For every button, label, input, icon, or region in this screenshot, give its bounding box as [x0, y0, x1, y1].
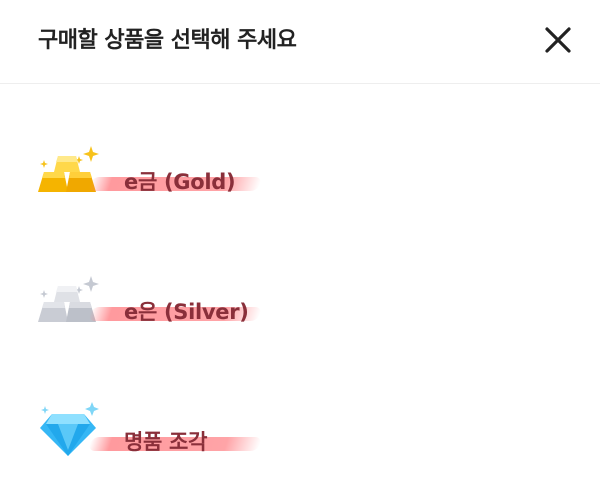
close-icon	[545, 27, 571, 53]
product-item-luxury-piece[interactable]: 명품 조각	[30, 402, 290, 478]
product-label: 명품 조각	[124, 430, 208, 454]
gold-bars-icon	[34, 142, 102, 210]
product-select-sheet: 구매할 상품을 선택해 주세요 e금 (Gold) e은 (Silver) 명품…	[0, 0, 600, 488]
product-item-silver[interactable]: e은 (Silver)	[30, 272, 290, 348]
diamond-icon	[34, 402, 102, 470]
product-label: e은 (Silver)	[124, 300, 249, 324]
product-label: e금 (Gold)	[124, 170, 236, 194]
product-item-gold[interactable]: e금 (Gold)	[30, 142, 290, 218]
sheet-header: 구매할 상품을 선택해 주세요	[0, 0, 600, 84]
close-button[interactable]	[538, 20, 578, 60]
silver-bars-icon	[34, 272, 102, 340]
sheet-title: 구매할 상품을 선택해 주세요	[38, 28, 297, 53]
